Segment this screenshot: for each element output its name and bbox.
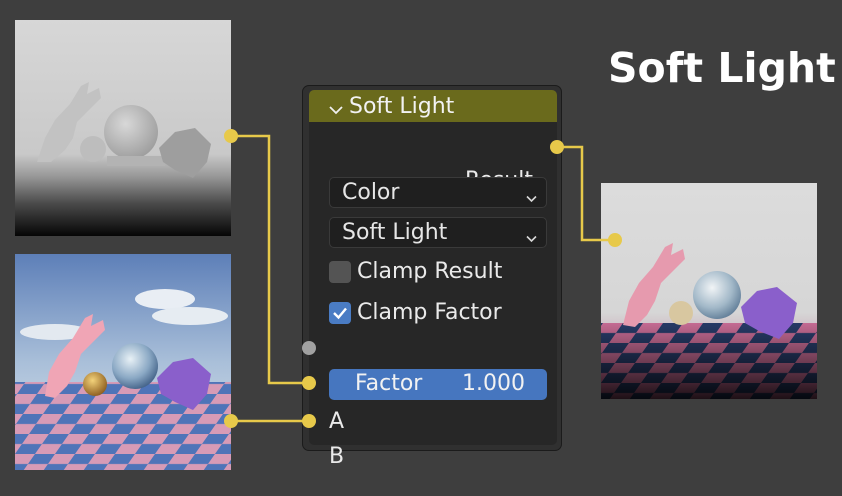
color-mode-value: Color <box>342 180 400 205</box>
page-title: Soft Light <box>608 44 836 92</box>
node-title: Soft Light <box>349 94 455 119</box>
factor-value: 1.000 <box>462 371 525 396</box>
dropdown-arrow-icon <box>526 228 537 247</box>
checkmark-icon <box>333 307 347 320</box>
dropdown-arrow-icon <box>526 188 537 207</box>
chevron-down-icon[interactable] <box>329 100 343 119</box>
input-image-b <box>15 254 231 470</box>
clamp-result-label: Clamp Result <box>357 259 503 284</box>
factor-label: Factor <box>355 371 423 396</box>
result-image <box>601 183 817 399</box>
clamp-result-checkbox[interactable] <box>329 261 351 283</box>
blend-type-select[interactable]: Soft Light <box>329 217 547 248</box>
clamp-factor-label: Clamp Factor <box>357 300 502 325</box>
color-mode-select[interactable]: Color <box>329 177 547 208</box>
soft-light-node[interactable]: Soft Light Result Color Soft Light Clamp… <box>302 85 562 469</box>
link-a <box>231 134 309 385</box>
node-header[interactable]: Soft Light <box>309 90 557 122</box>
input-label-b: B <box>329 444 345 469</box>
factor-slider[interactable]: Factor 1.000 <box>329 369 547 400</box>
blend-type-value: Soft Light <box>342 220 448 245</box>
clamp-factor-checkbox[interactable] <box>329 302 351 324</box>
input-label-a: A <box>329 409 345 434</box>
node-body: Result Color Soft Light Clamp Result Cla… <box>309 122 557 469</box>
input-image-a <box>15 20 231 236</box>
